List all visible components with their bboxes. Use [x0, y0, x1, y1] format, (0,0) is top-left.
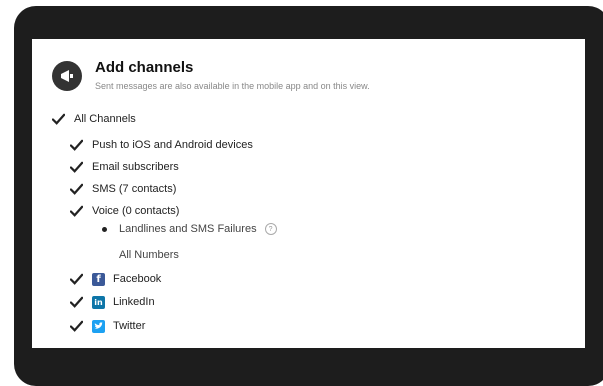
help-icon[interactable]: ? [264, 223, 277, 235]
channel-email-label: Email subscribers [92, 161, 179, 173]
add-channels-panel: Add channels Sent messages are also avai… [32, 39, 585, 348]
channel-twitter-label: Twitter [113, 320, 146, 332]
channel-voice[interactable]: Voice (0 contacts) [70, 202, 179, 220]
checkmark-icon [70, 183, 83, 195]
checkmark-icon [70, 161, 83, 173]
channel-linkedin-label: LinkedIn [113, 296, 155, 308]
voice-option-all-numbers[interactable]: All Numbers [119, 246, 179, 264]
channel-sms-label: SMS (7 contacts) [92, 183, 177, 195]
linkedin-icon: in [92, 295, 105, 309]
channel-all-label: All Channels [74, 113, 136, 125]
checkmark-icon [70, 273, 83, 285]
channel-email[interactable]: Email subscribers [70, 158, 179, 176]
twitter-icon [92, 319, 105, 333]
voice-option-all-numbers-label: All Numbers [119, 249, 179, 261]
megaphone-icon [52, 61, 82, 91]
checkmark-icon [70, 139, 83, 151]
selected-bullet-icon [102, 226, 107, 232]
channel-push[interactable]: Push to iOS and Android devices [70, 136, 253, 154]
channel-facebook[interactable]: f Facebook [70, 270, 161, 288]
page-subtitle: Sent messages are also available in the … [95, 81, 370, 91]
voice-option-landlines[interactable]: Landlines and SMS Failures ? [102, 220, 277, 238]
channel-voice-label: Voice (0 contacts) [92, 205, 180, 217]
checkmark-icon [52, 113, 65, 125]
channel-twitter[interactable]: Twitter [70, 317, 145, 335]
facebook-icon: f [92, 272, 105, 286]
channel-push-label: Push to iOS and Android devices [92, 139, 253, 151]
channel-sms[interactable]: SMS (7 contacts) [70, 180, 176, 198]
voice-option-landlines-label: Landlines and SMS Failures [119, 223, 257, 235]
channel-linkedin[interactable]: in LinkedIn [70, 293, 155, 311]
channel-all[interactable]: All Channels [52, 110, 136, 128]
checkmark-icon [70, 320, 83, 332]
page-title: Add channels [95, 59, 194, 76]
checkmark-icon [70, 296, 83, 308]
channel-facebook-label: Facebook [113, 273, 162, 285]
checkmark-icon [70, 205, 83, 217]
